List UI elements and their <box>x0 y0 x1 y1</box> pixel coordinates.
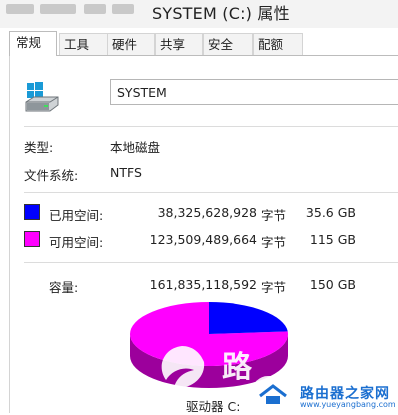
divider <box>24 192 398 193</box>
window-title: SYSTEM (C:) 属性 <box>152 4 290 23</box>
tab-hardware[interactable]: 硬件 <box>107 33 155 55</box>
tab-general[interactable]: 常规 <box>9 31 57 56</box>
tab-tools[interactable]: 工具 <box>59 33 108 55</box>
free-space-swatch <box>24 231 40 247</box>
watermark-url: www.yueyangbang.com <box>300 400 396 409</box>
used-space-label: 已用空间: <box>49 208 104 223</box>
used-space-bytes: 38,325,628,928 <box>157 205 257 220</box>
free-space-label: 可用空间: <box>49 235 104 250</box>
tab-sharing[interactable]: 共享 <box>155 33 203 55</box>
used-space-unit: 字节 <box>261 208 287 223</box>
tab-security[interactable]: 安全 <box>203 33 253 55</box>
watermark-swirl-icon <box>161 346 205 389</box>
blurred-title-segment <box>84 4 106 14</box>
used-space-size: 35.6 GB <box>305 205 356 220</box>
capacity-size: 150 GB <box>309 277 356 292</box>
blurred-title-segment <box>6 4 34 14</box>
divider <box>24 126 398 127</box>
watermark-router-logo-icon <box>252 376 294 408</box>
tab-strip: 常规 工具 硬件 共享 安全 配额 <box>9 31 398 56</box>
type-value: 本地磁盘 <box>110 140 161 155</box>
drive-label: 驱动器 C: <box>186 399 241 414</box>
drive-name-field[interactable] <box>110 79 398 105</box>
drive-icon <box>25 82 59 112</box>
blurred-title-segment <box>40 4 76 14</box>
filesystem-label: 文件系统: <box>24 168 79 183</box>
tab-quota[interactable]: 配额 <box>253 33 303 55</box>
free-space-size: 115 GB <box>309 232 356 247</box>
blurred-title-segment <box>112 4 134 14</box>
type-label: 类型: <box>24 140 54 155</box>
title-bar: SYSTEM (C:) 属性 <box>0 0 398 28</box>
divider <box>24 262 398 263</box>
capacity-bytes: 161,835,118,592 <box>149 277 257 292</box>
used-space-swatch <box>24 204 40 220</box>
filesystem-value: NTFS <box>110 165 142 180</box>
used-space-pie-slice <box>209 302 288 334</box>
capacity-unit: 字节 <box>261 280 287 295</box>
capacity-label: 容量: <box>49 280 79 295</box>
free-space-bytes: 123,509,489,664 <box>149 232 257 247</box>
free-space-unit: 字节 <box>261 235 287 250</box>
